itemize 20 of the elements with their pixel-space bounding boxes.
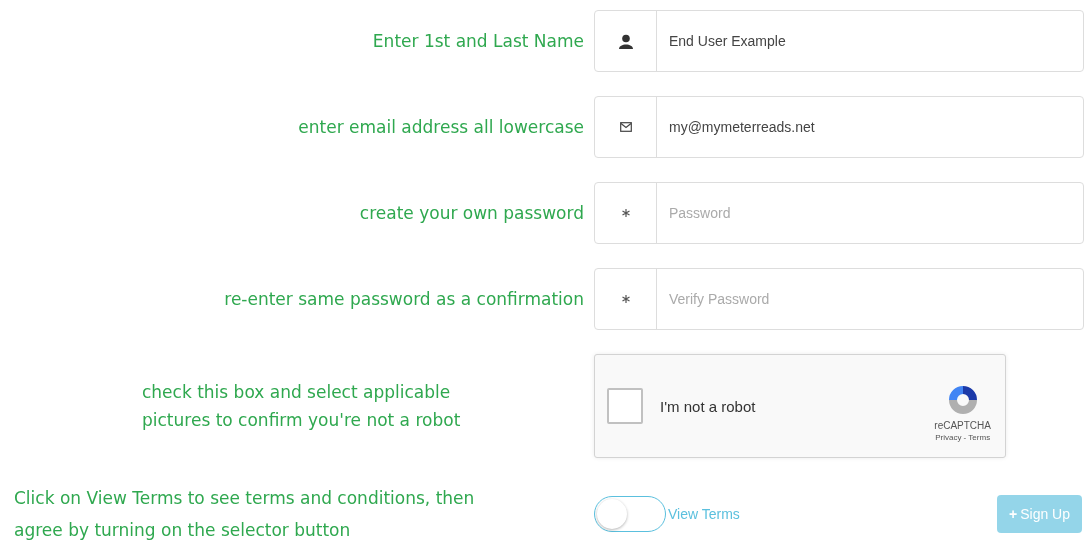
terms-hint: Click on View Terms to see terms and conditions, then agree by turning on the selector button (14, 487, 476, 542)
captcha-checkbox[interactable] (607, 388, 643, 424)
asterisk-icon (621, 209, 630, 217)
person-field[interactable]: End User Example (594, 10, 1084, 72)
field-hint: enter email address all lowercase (297, 117, 585, 137)
captcha-hint: check this box and select applicable pictures to confirm you're not a robot (142, 381, 462, 432)
captcha-brand: reCAPTCHA (934, 420, 991, 431)
privacy-terms-link[interactable]: Privacy - Terms (935, 433, 991, 442)
asterisk-icon (621, 295, 630, 303)
captcha-label: I'm not a robot (660, 397, 757, 415)
field-hint: re-enter same password as a confirmation (223, 289, 585, 309)
person-icon (618, 33, 633, 49)
envelope-icon (619, 122, 632, 132)
password-field[interactable]: Verify Password (594, 268, 1084, 330)
field-hint: create your own password (358, 203, 585, 223)
password-field[interactable]: Password (594, 182, 1084, 244)
email-field[interactable]: my@mymeterreads.net (594, 96, 1084, 158)
recaptcha-logo-icon (946, 384, 979, 416)
terms-toggle[interactable] (594, 496, 666, 532)
field-hint: Enter 1st and Last Name (371, 31, 585, 51)
